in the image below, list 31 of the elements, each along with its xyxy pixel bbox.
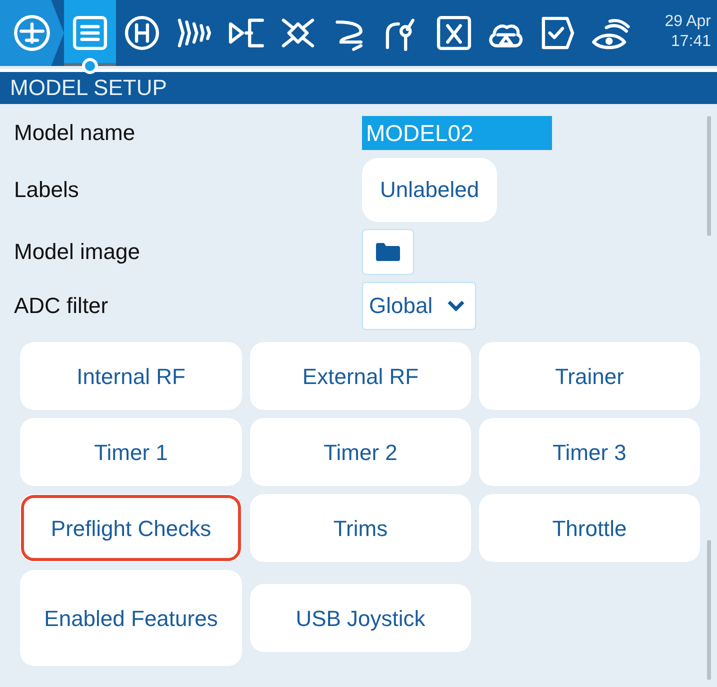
section-button[interactable]: Throttle: [479, 494, 700, 562]
setting-label: Model image: [14, 239, 141, 265]
list-icon: [70, 13, 110, 53]
section-button[interactable]: Timer 2: [250, 418, 471, 486]
folder-button[interactable]: [362, 229, 414, 275]
setting-label: Labels: [14, 177, 80, 203]
section-button[interactable]: Preflight Checks: [20, 494, 242, 562]
setting-label: ADC filter: [14, 293, 110, 319]
scrollbar[interactable]: [707, 540, 711, 680]
scrollbar[interactable]: [707, 116, 711, 236]
section-button[interactable]: Timer 3: [479, 418, 700, 486]
labels-button[interactable]: Unlabeled: [362, 158, 498, 222]
folder-icon: [376, 243, 400, 261]
toolbar-tab[interactable]: [64, 0, 116, 66]
setting-label: Model name: [14, 120, 136, 146]
section-button[interactable]: Internal RF: [20, 342, 242, 410]
section-button[interactable]: USB Joystick: [250, 584, 471, 652]
section-button[interactable]: Trainer: [479, 342, 700, 410]
section-button[interactable]: Enabled Features: [20, 570, 242, 666]
toolbar-tab[interactable]: [0, 0, 64, 66]
time-text: 17:41: [670, 32, 711, 52]
adc-filter-dropdown[interactable]: Global: [362, 282, 476, 330]
date-text: 29 Apr: [664, 12, 711, 32]
chevron-down-icon: [446, 300, 465, 312]
variable-icon: [434, 13, 474, 53]
page-title: MODEL SETUP: [0, 69, 717, 104]
section-button[interactable]: External RF: [250, 342, 471, 410]
plane-icon: [12, 13, 52, 53]
section-button[interactable]: Trims: [250, 494, 471, 562]
helicopter-icon: [122, 13, 162, 53]
section-button[interactable]: Timer 1: [20, 418, 242, 486]
